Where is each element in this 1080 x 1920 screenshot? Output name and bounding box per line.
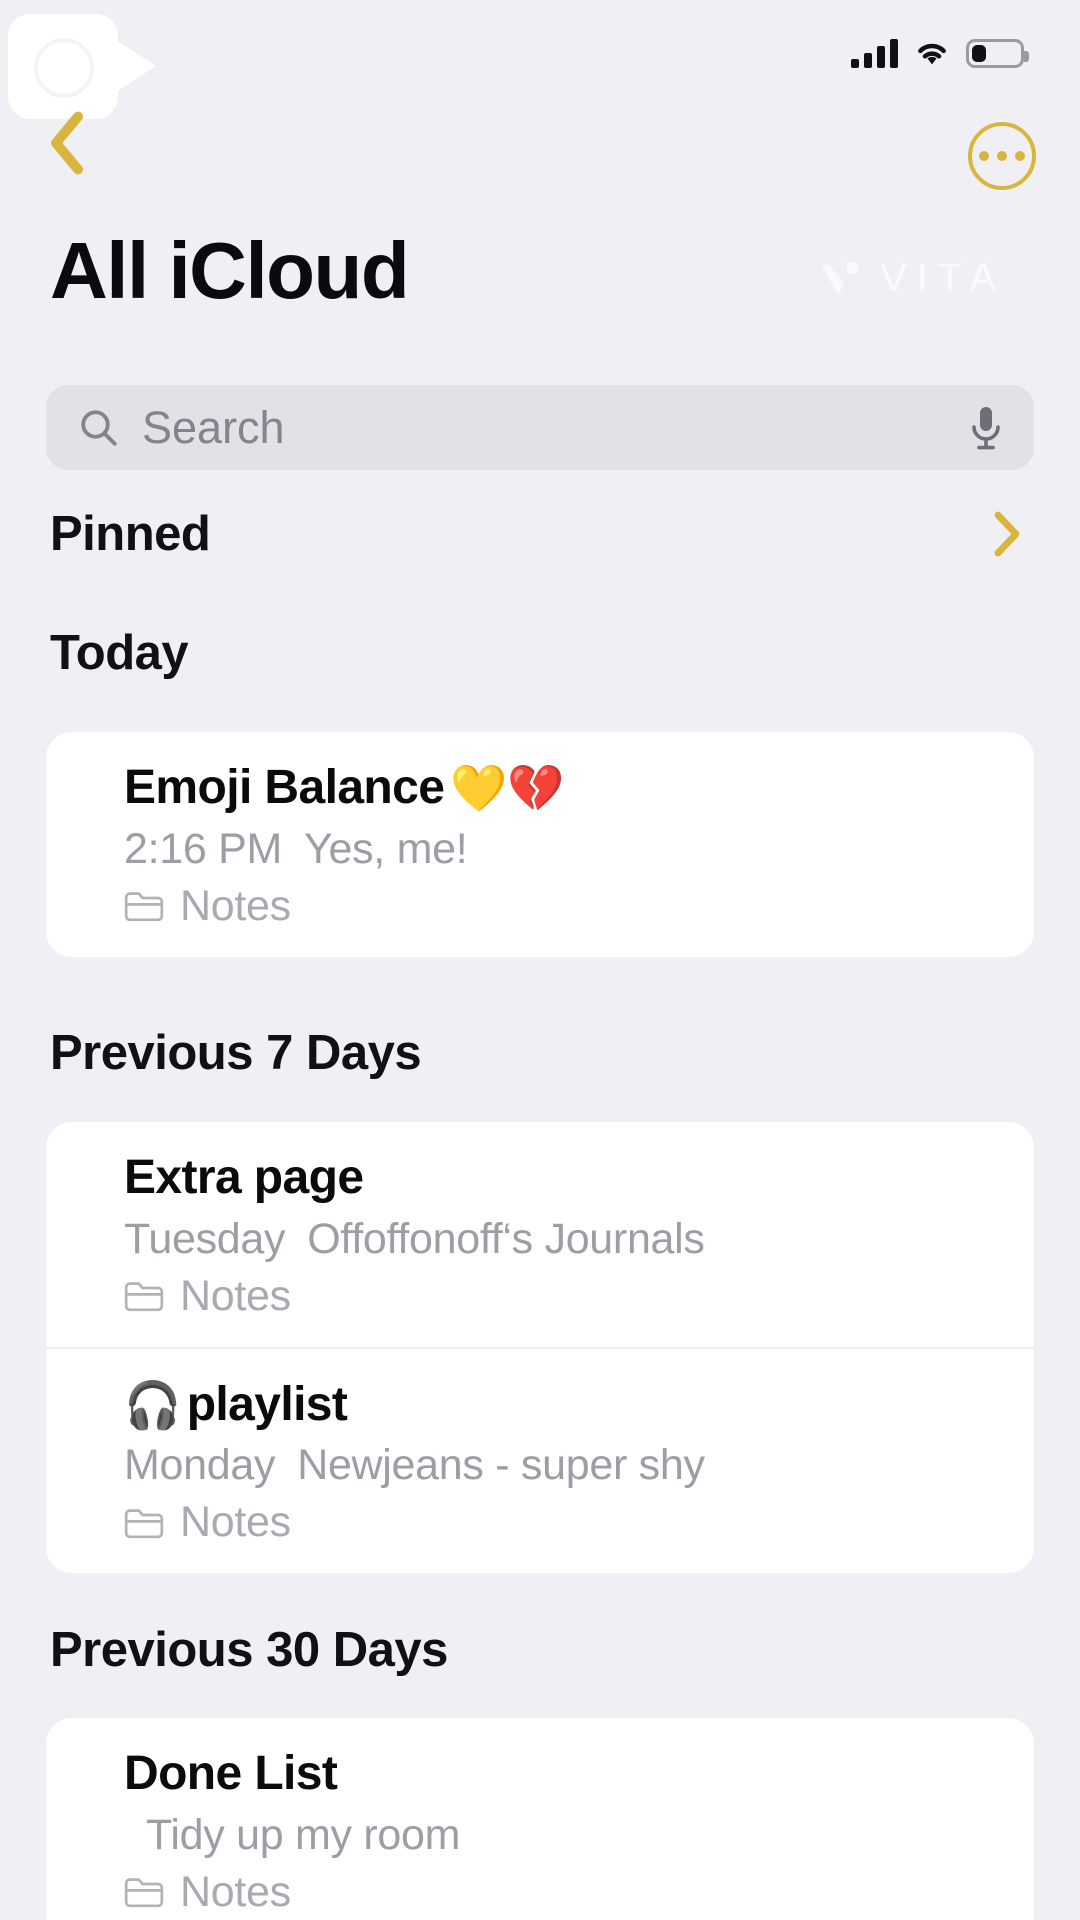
folder-icon: [124, 1878, 164, 1908]
folder-icon: [124, 1509, 164, 1538]
note-meta-row: Tuesday Offoffonoff‘s Journals: [124, 1215, 1034, 1264]
cellular-signal-icon: [851, 38, 898, 68]
note-date: Monday: [124, 1441, 276, 1490]
nav-bar: [0, 111, 1080, 210]
note-folder-label: Notes: [180, 881, 291, 930]
note-title-row: Done List: [124, 1746, 1034, 1803]
folder-icon: [124, 892, 164, 922]
note-folder-row: Notes: [124, 882, 1034, 931]
note-title-row: Extra page: [124, 1150, 1034, 1207]
note-meta-row: Monday Newjeans - super shy: [124, 1441, 1034, 1490]
list-item[interactable]: 🎧 playlist Monday Newjeans - super shy N…: [46, 1346, 1034, 1574]
note-title-emoji: 🎧: [124, 1378, 181, 1431]
note-preview: Tidy up my room: [146, 1810, 461, 1859]
wifi-icon: [918, 43, 946, 65]
vita-watermark-label: VITA: [880, 256, 1006, 300]
note-meta-row: 2:16 PM Yes, me!: [124, 825, 1034, 874]
note-folder-row: Notes: [124, 1868, 1034, 1917]
note-folder-row: Notes: [124, 1498, 1034, 1547]
pinned-label: Pinned: [50, 507, 211, 561]
note-title-emoji: 💛💔: [450, 762, 564, 815]
section-heading-previous-7-days: Previous 7 Days: [50, 1026, 422, 1080]
folder-icon: [124, 1282, 164, 1312]
note-title: Emoji Balance: [124, 761, 445, 814]
note-title: Extra page: [124, 1151, 364, 1204]
status-bar-time: 9:41: [44, 32, 123, 75]
note-preview: Yes, me!: [304, 824, 468, 873]
list-item[interactable]: Emoji Balance 💛💔 2:16 PM Yes, me! Notes: [46, 732, 1034, 957]
note-date: Tuesday: [124, 1214, 286, 1263]
note-card-previous-7-days: Extra page Tuesday Offoffonoff‘s Journal…: [46, 1122, 1034, 1574]
note-folder-label: Notes: [180, 1498, 291, 1547]
search-placeholder: Search: [142, 401, 285, 453]
microphone-icon[interactable]: [968, 404, 1004, 452]
note-folder-label: Notes: [180, 1867, 291, 1916]
note-card-previous-30-days: Done List Tidy up my room Notes: [46, 1718, 1034, 1920]
section-heading-today: Today: [50, 626, 189, 680]
vita-logo-icon: [821, 262, 859, 295]
vita-watermark: VITA: [818, 256, 1006, 301]
note-title: playlist: [186, 1377, 348, 1431]
pinned-section-header[interactable]: Pinned: [0, 498, 1080, 570]
note-preview: Offoffonoff‘s Journals: [307, 1214, 705, 1263]
note-preview: Newjeans - super shy: [297, 1441, 705, 1490]
more-options-icon[interactable]: [968, 122, 1036, 190]
note-folder-label: Notes: [180, 1271, 291, 1320]
note-card-today: Emoji Balance 💛💔 2:16 PM Yes, me! Notes: [46, 732, 1034, 957]
notes-list-screen: 9:41 All iCloud VITA Search Pinned Today…: [0, 0, 1080, 1920]
note-title-row: 🎧 playlist: [124, 1377, 1034, 1434]
list-item[interactable]: Done List Tidy up my room Notes: [46, 1718, 1034, 1920]
page-title: All iCloud: [50, 226, 410, 315]
status-bar: 9:41: [0, 0, 1080, 100]
chevron-right-icon[interactable]: [994, 511, 1020, 557]
search-icon: [81, 409, 117, 446]
status-bar-indicators: [851, 32, 1029, 68]
section-heading-previous-30-days: Previous 30 Days: [50, 1623, 448, 1677]
note-meta-row: Tidy up my room: [124, 1811, 1034, 1860]
battery-icon: [966, 38, 1029, 68]
back-chevron-icon[interactable]: [44, 110, 90, 176]
note-title: Done List: [124, 1747, 338, 1800]
list-item[interactable]: Extra page Tuesday Offoffonoff‘s Journal…: [46, 1122, 1034, 1347]
search-input[interactable]: Search: [46, 385, 1034, 470]
note-folder-row: Notes: [124, 1272, 1034, 1321]
note-title-row: Emoji Balance 💛💔: [124, 760, 1034, 817]
note-date: 2:16 PM: [124, 824, 283, 873]
